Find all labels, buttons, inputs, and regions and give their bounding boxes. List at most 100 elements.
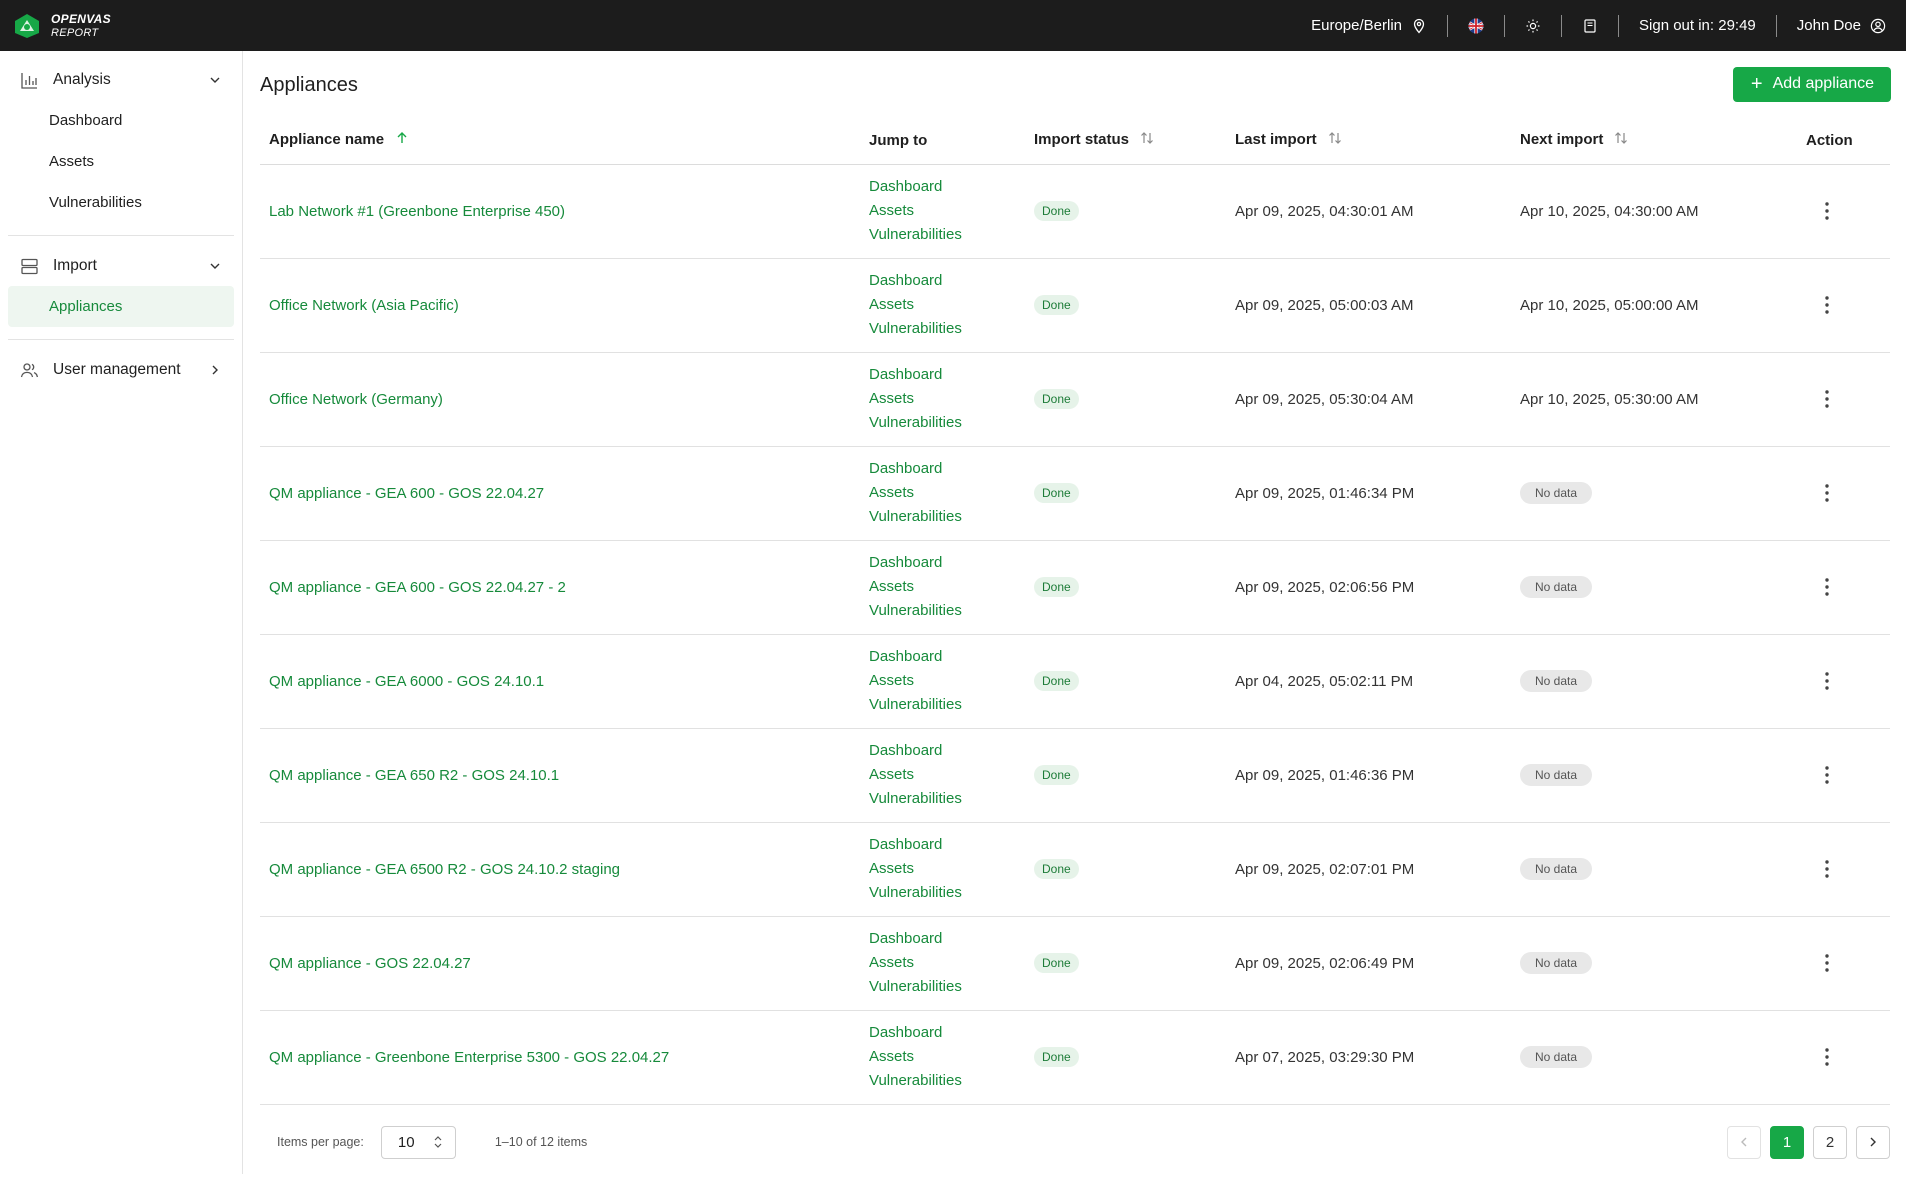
add-appliance-button[interactable]: + Add appliance <box>1732 66 1891 102</box>
import-status-cell: Done <box>1025 352 1226 447</box>
language-selector[interactable] <box>1448 0 1504 51</box>
sidebar: Analysis Dashboard Assets Vulnerabilitie… <box>0 51 243 1174</box>
jump-dashboard-link[interactable]: Dashboard <box>869 1021 1025 1045</box>
appliance-name-link[interactable]: Office Network (Germany) <box>260 352 860 447</box>
jump-dashboard-link[interactable]: Dashboard <box>869 457 1025 481</box>
sidebar-item-dashboard[interactable]: Dashboard <box>0 100 242 141</box>
app-logo[interactable]: OPENVAS REPORT <box>14 12 111 40</box>
jump-dashboard-link[interactable]: Dashboard <box>869 269 1025 293</box>
jump-dashboard-link[interactable]: Dashboard <box>869 175 1025 199</box>
appliance-name-link[interactable]: QM appliance - Greenbone Enterprise 5300… <box>260 1010 860 1105</box>
sun-icon <box>1526 19 1540 32</box>
jump-assets-link[interactable]: Assets <box>869 951 1025 975</box>
jump-assets-link[interactable]: Assets <box>869 199 1025 223</box>
appliance-name-link[interactable]: QM appliance - GEA 650 R2 - GOS 24.10.1 <box>260 728 860 823</box>
jump-dashboard-link[interactable]: Dashboard <box>869 645 1025 669</box>
jump-vulnerabilities-link[interactable]: Vulnerabilities <box>869 693 1025 717</box>
table-row: QM appliance - GOS 22.04.27 Dashboard Asse… <box>260 916 1890 1011</box>
last-import-cell: Apr 04, 2025, 05:02:11 PM <box>1226 634 1511 729</box>
page-1-button[interactable]: 1 <box>1770 1125 1804 1159</box>
next-import-value: No data <box>1520 858 1593 880</box>
sidebar-group-import[interactable]: Import <box>0 246 242 286</box>
jump-assets-link[interactable]: Assets <box>869 1045 1025 1069</box>
row-actions-button[interactable] <box>1812 572 1842 602</box>
jump-vulnerabilities-link[interactable]: Vulnerabilities <box>869 975 1025 999</box>
row-actions-button[interactable] <box>1812 478 1842 508</box>
jump-vulnerabilities-link[interactable]: Vulnerabilities <box>869 317 1025 341</box>
row-actions-button[interactable] <box>1812 666 1842 696</box>
user-menu[interactable]: John Doe <box>1777 0 1886 51</box>
sidebar-item-appliances[interactable]: Appliances <box>8 286 234 327</box>
timezone-selector[interactable]: Europe/Berlin <box>1291 0 1447 51</box>
brand-line-1: OPENVAS <box>51 11 111 26</box>
next-import-cell: Apr 10, 2025, 05:00:00 AM <box>1511 258 1797 353</box>
appliance-name-link[interactable]: QM appliance - GEA 6000 - GOS 24.10.1 <box>260 634 860 729</box>
column-header-appliance-name[interactable]: Appliance name <box>260 117 860 165</box>
jump-assets-link[interactable]: Assets <box>869 293 1025 317</box>
column-label: Next import <box>1520 131 1604 149</box>
appliance-name-link[interactable]: Office Network (Asia Pacific) <box>260 258 860 353</box>
import-status-cell: Done <box>1025 258 1226 353</box>
table-row: Office Network (Asia Pacific) Dashboard As… <box>260 258 1890 353</box>
jump-dashboard-link[interactable]: Dashboard <box>869 833 1025 857</box>
book-icon <box>1584 18 1596 33</box>
row-actions-button[interactable] <box>1812 948 1842 978</box>
chevron-right-icon <box>1870 1137 1876 1147</box>
sort-icon[interactable] <box>1327 130 1343 150</box>
jump-to-links: Dashboard Assets Vulnerabilities <box>860 916 1025 1011</box>
appliance-name-link[interactable]: Lab Network #1 (Greenbone Enterprise 450… <box>260 164 860 259</box>
row-actions-button[interactable] <box>1812 384 1842 414</box>
items-per-page-select[interactable]: 10 <box>380 1125 456 1159</box>
docs-button[interactable] <box>1562 0 1618 51</box>
sidebar-divider <box>8 235 234 236</box>
appliance-name-link[interactable]: QM appliance - GEA 6500 R2 - GOS 24.10.2… <box>260 822 860 917</box>
jump-dashboard-link[interactable]: Dashboard <box>869 551 1025 575</box>
row-actions-button[interactable] <box>1812 196 1842 226</box>
session-timer: Sign out in: 29:49 <box>1619 0 1776 51</box>
sidebar-item-vulnerabilities[interactable]: Vulnerabilities <box>0 182 242 223</box>
jump-assets-link[interactable]: Assets <box>869 481 1025 505</box>
jump-vulnerabilities-link[interactable]: Vulnerabilities <box>869 599 1025 623</box>
row-actions-button[interactable] <box>1812 854 1842 884</box>
jump-dashboard-link[interactable]: Dashboard <box>869 363 1025 387</box>
jump-vulnerabilities-link[interactable]: Vulnerabilities <box>869 787 1025 811</box>
jump-assets-link[interactable]: Assets <box>869 575 1025 599</box>
jump-dashboard-link[interactable]: Dashboard <box>869 927 1025 951</box>
last-import-cell: Apr 07, 2025, 03:29:30 PM <box>1226 1010 1511 1105</box>
jump-vulnerabilities-link[interactable]: Vulnerabilities <box>869 223 1025 247</box>
sort-ascending-icon[interactable] <box>394 130 410 150</box>
sidebar-group-label: User management <box>53 361 181 378</box>
column-header-next-import[interactable]: Next import <box>1511 117 1797 165</box>
appliance-name-link[interactable]: QM appliance - GEA 600 - GOS 22.04.27 - … <box>260 540 860 635</box>
sidebar-group-user-management[interactable]: User management <box>0 350 242 390</box>
sort-icon[interactable] <box>1139 130 1155 150</box>
sidebar-item-assets[interactable]: Assets <box>0 141 242 182</box>
jump-assets-link[interactable]: Assets <box>869 763 1025 787</box>
jump-vulnerabilities-link[interactable]: Vulnerabilities <box>869 1069 1025 1093</box>
appliance-name-link[interactable]: QM appliance - GOS 22.04.27 <box>260 916 860 1011</box>
row-actions-button[interactable] <box>1812 1042 1842 1072</box>
page-2-button[interactable]: 2 <box>1813 1125 1847 1159</box>
next-page-button[interactable] <box>1856 1125 1890 1159</box>
row-actions-button[interactable] <box>1812 290 1842 320</box>
jump-vulnerabilities-link[interactable]: Vulnerabilities <box>869 505 1025 529</box>
action-cell <box>1797 728 1890 823</box>
appliance-name-link[interactable]: QM appliance - GEA 600 - GOS 22.04.27 <box>260 446 860 541</box>
status-badge: Done <box>1034 483 1079 503</box>
theme-toggle[interactable] <box>1505 0 1561 51</box>
sort-icon[interactable] <box>1613 130 1629 150</box>
jump-vulnerabilities-link[interactable]: Vulnerabilities <box>869 411 1025 435</box>
column-header-import-status[interactable]: Import status <box>1025 117 1226 165</box>
previous-page-button[interactable] <box>1727 1125 1761 1159</box>
column-header-last-import[interactable]: Last import <box>1226 117 1511 165</box>
next-import-cell: No data <box>1511 1010 1797 1105</box>
pagination: Items per page: 10 1–10 of 12 items 1 2 <box>260 1105 1890 1180</box>
jump-to-links: Dashboard Assets Vulnerabilities <box>860 446 1025 541</box>
jump-vulnerabilities-link[interactable]: Vulnerabilities <box>869 881 1025 905</box>
row-actions-button[interactable] <box>1812 760 1842 790</box>
jump-assets-link[interactable]: Assets <box>869 857 1025 881</box>
jump-dashboard-link[interactable]: Dashboard <box>869 739 1025 763</box>
sidebar-group-analysis[interactable]: Analysis <box>0 60 242 100</box>
jump-assets-link[interactable]: Assets <box>869 669 1025 693</box>
jump-assets-link[interactable]: Assets <box>869 387 1025 411</box>
